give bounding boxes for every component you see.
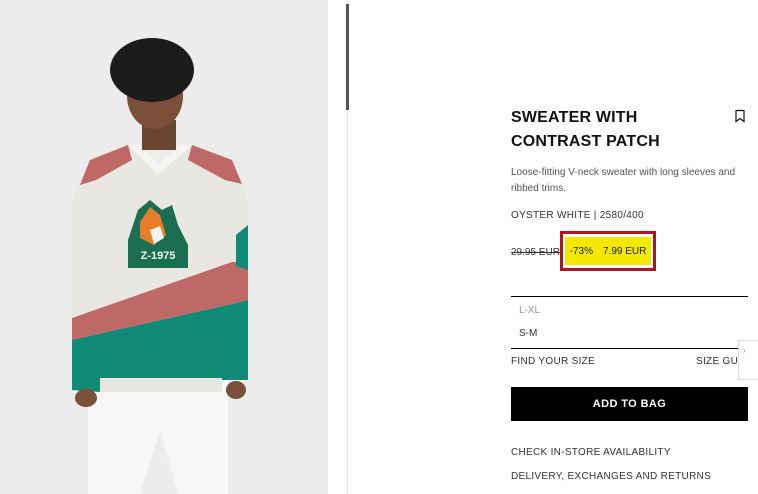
product-title: SWEATER WITH CONTRAST PATCH — [511, 109, 660, 150]
sale-price: 7.99 EUR — [603, 245, 647, 257]
size-selector: L-XL S-M — [511, 296, 748, 349]
patch-text: Z-1975 — [141, 250, 176, 262]
side-tab-mark: › — [743, 346, 746, 355]
bookmark-icon[interactable] — [734, 109, 746, 123]
model-illustration: Z-1975 — [0, 0, 328, 494]
product-description: Loose-fitting V-neck sweater with long s… — [511, 167, 736, 194]
size-option-l-xl[interactable]: L-XL — [519, 305, 540, 316]
add-to-bag-button[interactable]: ADD TO BAG — [511, 387, 748, 421]
side-tab[interactable]: › — [738, 340, 758, 380]
find-your-size-link[interactable]: FIND YOUR SIZE — [511, 356, 595, 367]
delivery-returns-link[interactable]: DELIVERY, EXCHANGES AND RETURNS — [511, 471, 711, 482]
size-option-s-m[interactable]: S-M — [519, 328, 537, 339]
color-reference: OYSTER WHITE | 2580/400 — [511, 210, 644, 221]
product-image[interactable]: Z-1975 — [0, 0, 328, 494]
size-guide-link[interactable]: SIZE GUIDE — [696, 356, 738, 367]
original-price: 29.95 EUR — [511, 247, 560, 258]
discount-label: -73% — [569, 245, 593, 257]
scrollbar-thumb[interactable] — [346, 4, 349, 110]
check-store-availability-link[interactable]: CHECK IN-STORE AVAILABILITY — [511, 447, 671, 458]
sale-price-badge: -73% 7.99 EUR — [565, 237, 651, 265]
